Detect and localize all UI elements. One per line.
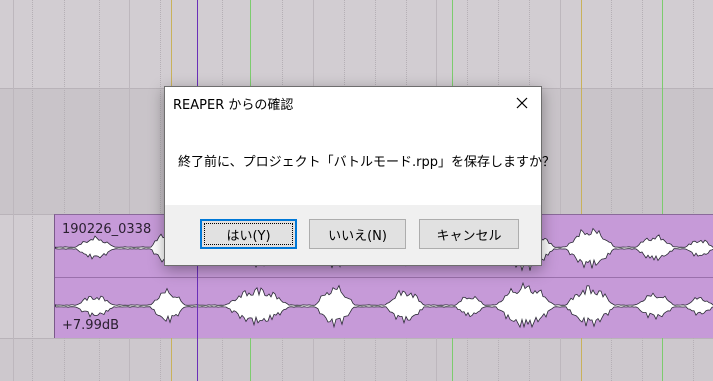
focus-ring [204, 223, 293, 245]
no-button-label: いいえ(N) [328, 228, 387, 244]
track-lane-1[interactable] [0, 0, 713, 88]
grid-line [32, 0, 33, 381]
close-icon [516, 97, 528, 109]
grid-line [13, 0, 14, 381]
close-button[interactable] [509, 91, 535, 115]
waveform-channel [55, 281, 713, 329]
no-button[interactable]: いいえ(N) [309, 219, 406, 249]
dialog-title: REAPER からの確認 [173, 98, 294, 113]
dialog-message: 終了前に、プロジェクト「バトルモード.rpp」を保存しますか？ [178, 155, 555, 170]
item-gain-label: +7.99dB [62, 318, 120, 333]
track-lane-4[interactable] [0, 338, 713, 381]
yes-button[interactable]: はい(Y) [200, 219, 297, 249]
save-confirm-dialog: REAPER からの確認 終了前に、プロジェクト「バトルモード.rpp」を保存し… [164, 86, 555, 266]
cancel-button[interactable]: キャンセル [419, 219, 519, 249]
lane-divider [0, 338, 713, 339]
arrange-view[interactable]: 190226_0338 +7.99dB REAPER からの確認 終了前に、プロ… [0, 0, 713, 381]
item-name-label: 190226_0338 [62, 222, 152, 237]
cancel-button-label: キャンセル [436, 228, 502, 244]
dialog-button-bar: はい(Y) いいえ(N) キャンセル [165, 205, 541, 265]
